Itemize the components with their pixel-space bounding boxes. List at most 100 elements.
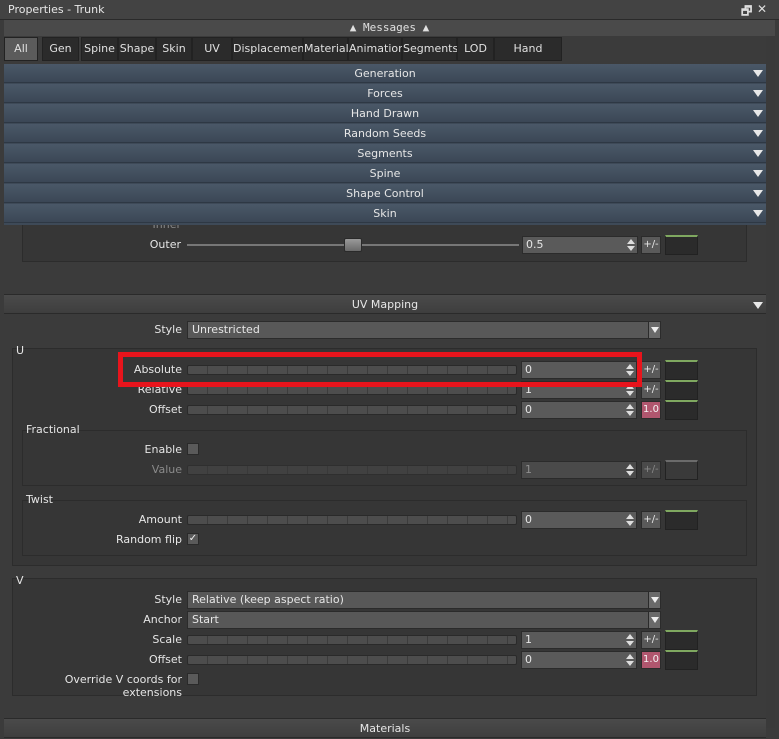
section-shape-control[interactable]: Shape Control	[4, 184, 766, 203]
chevron-down-icon[interactable]	[648, 592, 660, 608]
section-label: Segments	[357, 147, 413, 160]
scale-slider[interactable]	[187, 635, 517, 645]
v-offset-mode-button[interactable]: 1.0	[641, 651, 661, 669]
anchor-value: Start	[192, 613, 219, 626]
section-hand-drawn[interactable]: Hand Drawn	[4, 104, 766, 123]
amount-curve-swatch[interactable]	[665, 510, 698, 530]
spin-arrows-icon[interactable]	[627, 238, 635, 252]
uv-mapping-header[interactable]: UV Mapping	[4, 294, 766, 314]
random-flip-label: Random flip	[115, 533, 182, 546]
offset-label: Offset	[148, 403, 182, 416]
slider-thumb[interactable]	[344, 238, 362, 252]
value-curve-swatch[interactable]	[665, 460, 698, 480]
value-plus-minus-button[interactable]: +/-	[641, 461, 661, 479]
tab-segments[interactable]: Segments	[402, 37, 458, 61]
section-segments[interactable]: Segments	[4, 144, 766, 163]
offset-curve-swatch[interactable]	[665, 400, 698, 420]
tab-animation[interactable]: Animation	[348, 37, 405, 61]
section-label: Generation	[354, 67, 416, 80]
tab-spine[interactable]: Spine	[81, 37, 118, 61]
spin-arrows-icon[interactable]	[626, 403, 634, 417]
fractional-group	[22, 430, 747, 486]
style-label: Style	[154, 323, 182, 336]
value-spinbox[interactable]: 1	[521, 461, 637, 479]
value-label: Value	[151, 463, 182, 476]
scrollbar[interactable]	[766, 36, 775, 728]
offset-spinbox[interactable]: 0	[521, 401, 637, 419]
v-offset-label: Offset	[148, 653, 182, 666]
v-group-label: V	[16, 574, 24, 587]
anchor-combo[interactable]: Start	[187, 611, 661, 629]
tab-lod[interactable]: LOD	[457, 37, 494, 61]
materials-header[interactable]: Materials	[4, 718, 766, 738]
v-offset-curve-swatch[interactable]	[665, 650, 698, 670]
tab-shape[interactable]: Shape	[118, 37, 156, 61]
tab-displacement[interactable]: Displacement	[232, 37, 309, 61]
section-spine[interactable]: Spine	[4, 164, 766, 183]
v-offset-value: 0	[525, 653, 532, 666]
outer-plus-minus-button[interactable]: +/-	[641, 236, 661, 254]
outer-curve-swatch[interactable]	[665, 235, 698, 255]
section-skin[interactable]: Skin	[4, 204, 766, 223]
style-combo[interactable]: Unrestricted	[187, 321, 661, 339]
section-label: Random Seeds	[343, 127, 427, 140]
chevron-down-icon	[753, 302, 763, 309]
random-flip-checkbox[interactable]: ✓	[187, 533, 199, 545]
v-offset-spinbox[interactable]: 0	[521, 651, 637, 669]
relative-plus-minus-button[interactable]: +/-	[641, 381, 661, 399]
window-title: Properties - Trunk	[8, 3, 105, 16]
chevron-down-icon	[753, 90, 763, 97]
absolute-curve-swatch[interactable]	[665, 360, 698, 380]
close-icon[interactable]: ✕	[757, 2, 767, 16]
amount-slider[interactable]	[187, 515, 517, 525]
override-v-label: Override V coords for extensions	[64, 673, 182, 699]
chevron-down-icon	[753, 190, 763, 197]
override-v-checkbox[interactable]	[187, 673, 199, 685]
section-label: Skin	[373, 207, 397, 220]
scale-plus-minus-button[interactable]: +/-	[641, 631, 661, 649]
messages-toggle[interactable]: ▲ Messages ▲	[4, 20, 775, 36]
offset-slider[interactable]	[187, 405, 517, 415]
amount-spinbox[interactable]: 0	[521, 511, 637, 529]
value-slider[interactable]	[187, 465, 517, 475]
amount-plus-minus-button[interactable]: +/-	[641, 511, 661, 529]
tab-gen[interactable]: Gen	[42, 37, 79, 61]
spin-arrows-icon[interactable]	[626, 513, 634, 527]
tab-material[interactable]: Material	[303, 37, 349, 61]
enable-label: Enable	[144, 443, 182, 456]
chevron-down-icon[interactable]	[648, 322, 660, 338]
section-label: Forces	[367, 87, 403, 100]
scale-curve-swatch[interactable]	[665, 630, 698, 650]
v-offset-slider[interactable]	[187, 655, 517, 665]
spin-arrows-icon[interactable]	[626, 463, 634, 477]
section-label: Shape Control	[346, 187, 424, 200]
v-style-combo[interactable]: Relative (keep aspect ratio)	[187, 591, 661, 609]
fractional-group-label: Fractional	[26, 423, 80, 436]
tab-all[interactable]: All	[4, 37, 38, 61]
section-random-seeds[interactable]: Random Seeds	[4, 124, 766, 143]
outer-label: Outer	[149, 238, 181, 251]
scale-value: 1	[525, 633, 532, 646]
section-generation[interactable]: Generation	[4, 64, 766, 83]
outer-slider[interactable]	[187, 238, 519, 252]
title-bar: Properties - Trunk 🗗 ✕	[0, 0, 779, 20]
twist-group	[22, 500, 747, 556]
outer-value: 0.5	[526, 238, 544, 251]
tab-uv[interactable]: UV	[192, 37, 232, 61]
outer-spinbox[interactable]: 0.5	[522, 236, 638, 254]
chevron-down-icon[interactable]	[648, 612, 660, 628]
scale-spinbox[interactable]: 1	[521, 631, 637, 649]
section-forces[interactable]: Forces	[4, 84, 766, 103]
spin-arrows-icon[interactable]	[626, 653, 634, 667]
tab-skin[interactable]: Skin	[156, 37, 192, 61]
sections-dropdown: Generation Forces Hand Drawn Random Seed…	[4, 64, 766, 225]
offset-value: 0	[525, 403, 532, 416]
spin-arrows-icon[interactable]	[626, 633, 634, 647]
enable-checkbox[interactable]	[187, 443, 199, 455]
absolute-plus-minus-button[interactable]: +/-	[641, 361, 661, 379]
tab-hand-drawn[interactable]: Hand Drawn	[494, 37, 562, 77]
offset-mode-button[interactable]: 1.0	[641, 401, 661, 419]
twist-group-label: Twist	[26, 493, 53, 506]
value-value: 1	[525, 463, 532, 476]
relative-curve-swatch[interactable]	[665, 380, 698, 400]
